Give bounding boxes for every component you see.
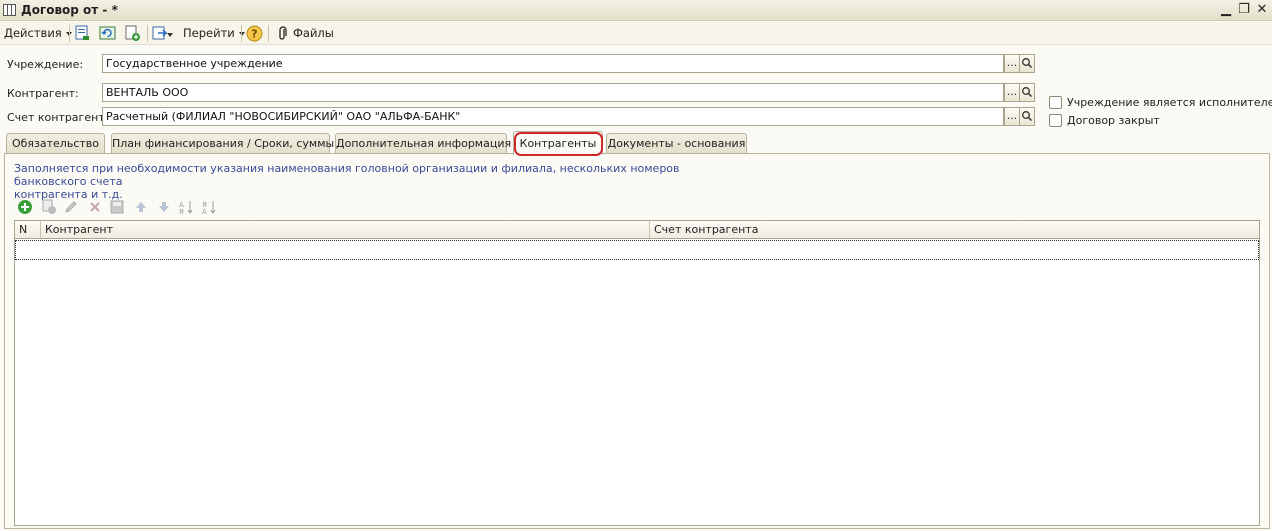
- is-executor-label: Учреждение является исполнителем: [1067, 96, 1272, 109]
- window-icon: [3, 4, 16, 16]
- institution-select-button[interactable]: ...: [1004, 54, 1020, 73]
- contract-closed-checkbox[interactable]: [1049, 114, 1062, 127]
- help-icon[interactable]: ?: [246, 25, 263, 42]
- actions-label: Действия: [4, 26, 62, 40]
- move-up-icon: [136, 202, 146, 212]
- refresh-icon[interactable]: [99, 25, 116, 42]
- hint-text: Заполняется при необходимости указания н…: [14, 162, 734, 201]
- is-executor-checkbox[interactable]: [1049, 96, 1062, 109]
- copy-icon: [42, 199, 56, 214]
- edit-icon: [65, 201, 77, 213]
- institution-field[interactable]: Государственное учреждение: [102, 54, 1004, 73]
- hint-line-1: Заполняется при необходимости указания н…: [14, 162, 680, 188]
- files-button[interactable]: Файлы: [293, 25, 334, 42]
- table-row-focused-empty[interactable]: [15, 240, 1259, 260]
- svg-text:Я: Я: [179, 208, 184, 215]
- toolbar-divider: [268, 25, 269, 42]
- table-header: N Контрагент Счет контрагента: [14, 220, 1260, 239]
- account-field[interactable]: Расчетный (ФИЛИАЛ "НОВОСИБИРСКИЙ" ОАО "А…: [102, 107, 1004, 126]
- save-close-icon[interactable]: [74, 25, 91, 42]
- delete-icon: [90, 202, 100, 212]
- institution-label: Учреждение:: [7, 58, 84, 71]
- svg-text:?: ?: [251, 28, 257, 41]
- counterparties-table[interactable]: [14, 220, 1260, 526]
- tab-financing-plan[interactable]: План финансирования / Сроки, суммы: [111, 133, 334, 153]
- move-down-icon: [159, 202, 169, 212]
- account-select-button[interactable]: ...: [1004, 107, 1020, 126]
- window-title: Договор от - *: [21, 3, 118, 17]
- svg-text:A: A: [202, 208, 207, 215]
- close-icon[interactable]: ✕: [1254, 2, 1270, 18]
- actions-menu[interactable]: Действия: [4, 25, 72, 42]
- goto-label: Перейти: [183, 26, 235, 40]
- contract-closed-label: Договор закрыт: [1067, 114, 1160, 127]
- magnifier-icon: [1022, 111, 1033, 122]
- column-header-counterparty[interactable]: Контрагент: [41, 221, 650, 238]
- tab-base-documents[interactable]: Документы - основания: [606, 133, 747, 153]
- goto-menu[interactable]: Перейти: [183, 25, 245, 42]
- toolbar-divider: [147, 25, 148, 42]
- tab-obligation[interactable]: Обязательство: [6, 133, 105, 153]
- account-open-button[interactable]: [1019, 107, 1035, 126]
- minimize-icon[interactable]: ▁: [1218, 2, 1234, 18]
- column-header-n[interactable]: N: [15, 221, 41, 238]
- magnifier-icon: [1022, 58, 1033, 69]
- toolbar-divider: [241, 25, 242, 42]
- counterparty-select-button[interactable]: ...: [1004, 83, 1020, 102]
- toolbar-divider: [69, 25, 70, 42]
- magnifier-icon: [1022, 87, 1033, 98]
- sort-desc-icon: Я A: [202, 201, 216, 215]
- institution-open-button[interactable]: [1019, 54, 1035, 73]
- paperclip-icon[interactable]: [275, 25, 292, 42]
- restore-icon[interactable]: ❐: [1236, 2, 1252, 18]
- title-bar: Договор от - * ▁ ❐ ✕: [0, 0, 1272, 21]
- save-icon: [110, 200, 124, 214]
- column-header-account[interactable]: Счет контрагента: [650, 221, 1259, 238]
- chevron-down-icon[interactable]: [167, 33, 173, 37]
- account-label: Счет контрагента:: [7, 111, 116, 124]
- counterparty-open-button[interactable]: [1019, 83, 1035, 102]
- counterparty-label: Контрагент:: [7, 87, 79, 100]
- toolbar: Действия Перейти ? Файлы: [0, 22, 1272, 45]
- counterparty-field[interactable]: ВЕНТАЛЬ ООО: [102, 83, 1004, 102]
- sort-asc-icon: A Я: [179, 201, 193, 215]
- copy-document-icon[interactable]: [124, 25, 141, 42]
- add-icon[interactable]: [17, 199, 33, 215]
- tab-additional-info[interactable]: Дополнительная информация: [335, 133, 511, 153]
- tab-highlight-annotation: [514, 132, 603, 156]
